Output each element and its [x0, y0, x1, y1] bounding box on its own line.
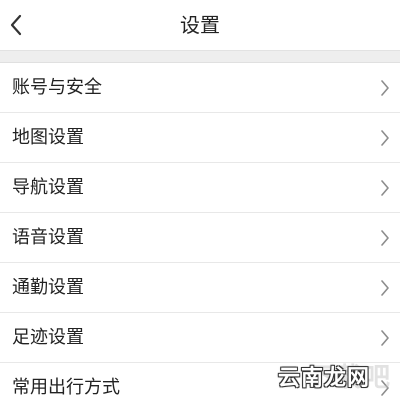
chevron-right-icon [381, 80, 389, 96]
chevron-right-icon [381, 180, 389, 196]
settings-screen: 设置 账号与安全 地图设置 导航设置 语音设置 通勤设置 足迹设置 常用出行方式… [0, 0, 400, 400]
section-gap [0, 50, 400, 62]
settings-item-label: 语音设置 [12, 227, 84, 248]
settings-item-travel-mode[interactable]: 常用出行方式 [0, 363, 400, 400]
chevron-right-icon [381, 330, 389, 346]
chevron-right-icon [381, 130, 389, 146]
settings-item-label: 常用出行方式 [12, 377, 120, 398]
chevron-right-icon [381, 280, 389, 296]
chevron-right-icon [381, 380, 389, 396]
settings-item-label: 账号与安全 [12, 77, 102, 98]
settings-item-label: 导航设置 [12, 177, 84, 198]
settings-item-label: 地图设置 [12, 127, 84, 148]
settings-list: 账号与安全 地图设置 导航设置 语音设置 通勤设置 足迹设置 常用出行方式 [0, 62, 400, 400]
settings-item-account-security[interactable]: 账号与安全 [0, 63, 400, 113]
settings-item-footprint[interactable]: 足迹设置 [0, 313, 400, 363]
page-title: 设置 [180, 13, 220, 37]
settings-item-label: 通勤设置 [12, 277, 84, 298]
settings-item-label: 足迹设置 [12, 327, 84, 348]
chevron-right-icon [381, 230, 389, 246]
settings-item-navigation[interactable]: 导航设置 [0, 163, 400, 213]
settings-item-commute[interactable]: 通勤设置 [0, 263, 400, 313]
settings-item-voice[interactable]: 语音设置 [0, 213, 400, 263]
settings-item-map[interactable]: 地图设置 [0, 113, 400, 163]
top-nav-bar: 设置 [0, 0, 400, 50]
